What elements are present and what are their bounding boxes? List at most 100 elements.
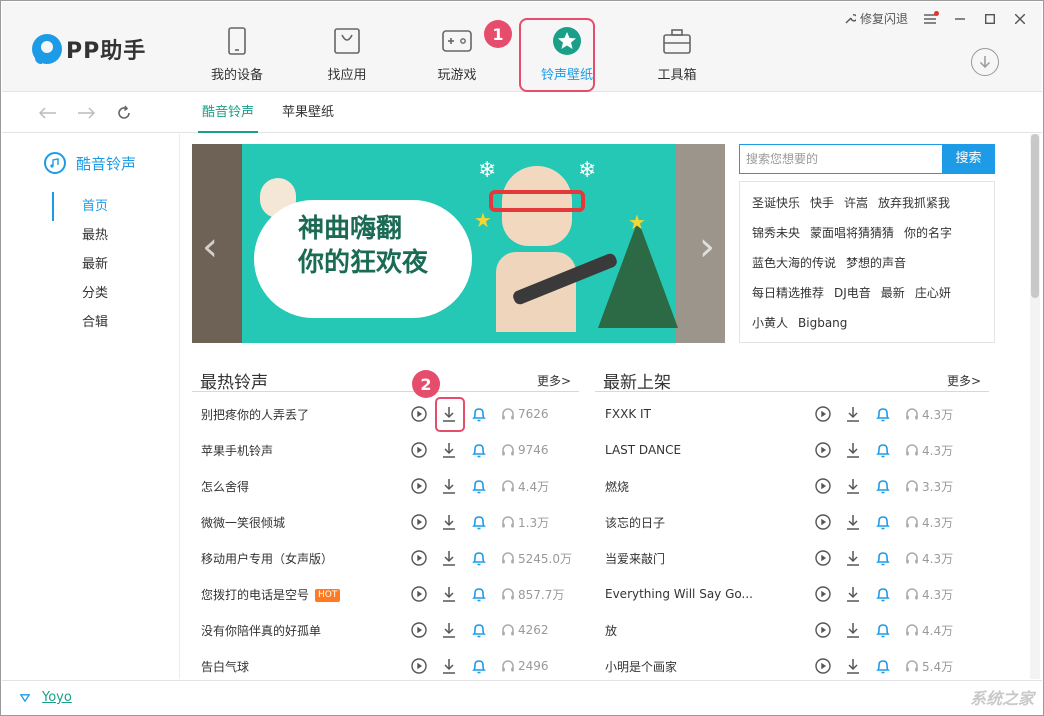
play-icon[interactable] — [411, 550, 427, 566]
play-icon[interactable] — [815, 442, 831, 458]
ringtone-name[interactable]: 您拨打的电话是空号 — [201, 588, 309, 602]
set-ringtone-bell-icon[interactable] — [875, 658, 891, 674]
set-ringtone-bell-icon[interactable] — [875, 586, 891, 602]
play-icon[interactable] — [411, 442, 427, 458]
ringtone-name[interactable]: LAST DANCE — [605, 443, 681, 457]
ringtone-row[interactable]: 当爱来敲门4.3万 — [585, 540, 995, 576]
sidebar-item-collection[interactable]: 合辑 — [52, 308, 108, 337]
set-ringtone-bell-icon[interactable] — [471, 550, 487, 566]
triangle-down-icon[interactable] — [20, 694, 30, 702]
tag[interactable]: 庄心妍 — [915, 278, 951, 308]
play-icon[interactable] — [815, 478, 831, 494]
ringtone-row[interactable]: FXXK IT4.3万 — [585, 396, 995, 432]
set-ringtone-bell-icon[interactable] — [471, 478, 487, 494]
ringtone-name[interactable]: 没有你陪伴真的好孤单 — [201, 622, 321, 639]
ringtone-name[interactable]: 燃烧 — [605, 478, 629, 495]
download-icon[interactable] — [441, 514, 457, 530]
ringtone-row[interactable]: 您拨打的电话是空号HOT857.7万 — [181, 576, 581, 612]
ringtone-name[interactable]: 小明是个画家 — [605, 658, 677, 675]
ringtone-name[interactable]: 怎么舍得 — [201, 478, 249, 495]
play-icon[interactable] — [815, 586, 831, 602]
tag[interactable]: 最新 — [881, 278, 905, 308]
play-icon[interactable] — [815, 658, 831, 674]
sidebar-item-hottest[interactable]: 最热 — [52, 221, 108, 250]
play-icon[interactable] — [411, 586, 427, 602]
download-icon[interactable] — [845, 478, 861, 494]
ringtone-row[interactable]: 燃烧3.3万 — [585, 468, 995, 504]
scrollbar-thumb[interactable] — [1031, 134, 1039, 298]
ringtone-row[interactable]: 微微一笑很倾城1.3万 — [181, 504, 581, 540]
ringtone-name[interactable]: 别把疼你的人弄丢了 — [201, 406, 309, 423]
download-icon[interactable] — [845, 550, 861, 566]
banner-next-arrow-icon[interactable]: › — [699, 224, 715, 270]
ringtone-name[interactable]: 放 — [605, 622, 617, 639]
set-ringtone-bell-icon[interactable] — [875, 622, 891, 638]
ringtone-row[interactable]: 小明是个画家5.4万 — [585, 648, 995, 684]
tab-apple-wallpapers[interactable]: 苹果壁纸 — [278, 93, 338, 133]
play-icon[interactable] — [411, 658, 427, 674]
scrollbar[interactable] — [1030, 134, 1040, 679]
download-icon[interactable] — [441, 622, 457, 638]
tab-ringtones[interactable]: 酷音铃声 — [198, 93, 258, 133]
tag[interactable]: 小黄人 — [752, 308, 788, 338]
download-icon[interactable] — [441, 658, 457, 674]
search-button[interactable]: 搜索 — [942, 144, 995, 174]
play-icon[interactable] — [815, 622, 831, 638]
maximize-button[interactable] — [982, 11, 998, 27]
nav-my-device[interactable]: 我的设备 — [182, 2, 292, 92]
ringtone-row[interactable]: 该忘的日子4.3万 — [585, 504, 995, 540]
tag[interactable]: 你的名字 — [904, 218, 952, 248]
tag[interactable]: 每日精选推荐 — [752, 278, 824, 308]
download-icon[interactable] — [845, 406, 861, 422]
tag[interactable]: 锦秀未央 — [752, 218, 800, 248]
hot-more-link[interactable]: 更多> — [537, 372, 571, 389]
tag[interactable]: DJ电音 — [834, 278, 871, 308]
ringtone-row[interactable]: 告白气球2496 — [181, 648, 581, 684]
back-button[interactable] — [38, 103, 58, 123]
set-ringtone-bell-icon[interactable] — [875, 478, 891, 494]
set-ringtone-bell-icon[interactable] — [471, 586, 487, 602]
ringtone-row[interactable]: LAST DANCE4.3万 — [585, 432, 995, 468]
ringtone-row[interactable]: 没有你陪伴真的好孤单4262 — [181, 612, 581, 648]
sidebar-title[interactable]: 酷音铃声 — [44, 152, 136, 174]
banner-prev-arrow-icon[interactable]: ‹ — [202, 224, 218, 270]
close-button[interactable] — [1012, 11, 1028, 27]
latest-more-link[interactable]: 更多> — [947, 372, 981, 389]
ringtone-row[interactable]: Everything Will Say Go...4.3万 — [585, 576, 995, 612]
set-ringtone-bell-icon[interactable] — [471, 514, 487, 530]
set-ringtone-bell-icon[interactable] — [875, 442, 891, 458]
ringtone-name[interactable]: 该忘的日子 — [605, 514, 665, 531]
download-icon[interactable] — [441, 442, 457, 458]
ringtone-row[interactable]: 移动用户专用（女声版）5245.0万 — [181, 540, 581, 576]
refresh-button[interactable] — [114, 103, 134, 123]
play-icon[interactable] — [815, 406, 831, 422]
download-icon[interactable] — [441, 586, 457, 602]
repair-crash-link[interactable]: 修复闪退 — [844, 10, 908, 27]
logo[interactable]: PP助手 — [32, 32, 152, 66]
nav-find-apps[interactable]: 找应用 — [292, 2, 402, 92]
sidebar-item-home[interactable]: 首页 — [52, 192, 108, 221]
play-icon[interactable] — [815, 550, 831, 566]
ringtone-name[interactable]: 告白气球 — [201, 658, 249, 675]
set-ringtone-bell-icon[interactable] — [875, 514, 891, 530]
ringtone-row[interactable]: 别把疼你的人弄丢了7626 — [181, 396, 581, 432]
ringtone-row[interactable]: 怎么舍得4.4万 — [181, 468, 581, 504]
minimize-button[interactable] — [952, 11, 968, 27]
set-ringtone-bell-icon[interactable] — [875, 406, 891, 422]
set-ringtone-bell-icon[interactable] — [471, 658, 487, 674]
play-icon[interactable] — [411, 622, 427, 638]
set-ringtone-bell-icon[interactable] — [471, 442, 487, 458]
nav-toolbox[interactable]: 工具箱 — [622, 2, 732, 92]
play-icon[interactable] — [411, 514, 427, 530]
tag[interactable]: 蒙面唱将猜猜猜 — [810, 218, 894, 248]
ringtone-name[interactable]: 移动用户专用（女声版） — [201, 550, 333, 567]
ringtone-name[interactable]: 微微一笑很倾城 — [201, 514, 285, 531]
set-ringtone-bell-icon[interactable] — [471, 406, 487, 422]
download-icon[interactable] — [845, 586, 861, 602]
ringtone-name[interactable]: FXXK IT — [605, 407, 651, 421]
current-track-link[interactable]: Yoyo — [42, 690, 72, 705]
ringtone-name[interactable]: Everything Will Say Go... — [605, 587, 753, 601]
download-icon[interactable] — [441, 550, 457, 566]
download-icon[interactable] — [845, 514, 861, 530]
ringtone-name[interactable]: 当爱来敲门 — [605, 550, 665, 567]
